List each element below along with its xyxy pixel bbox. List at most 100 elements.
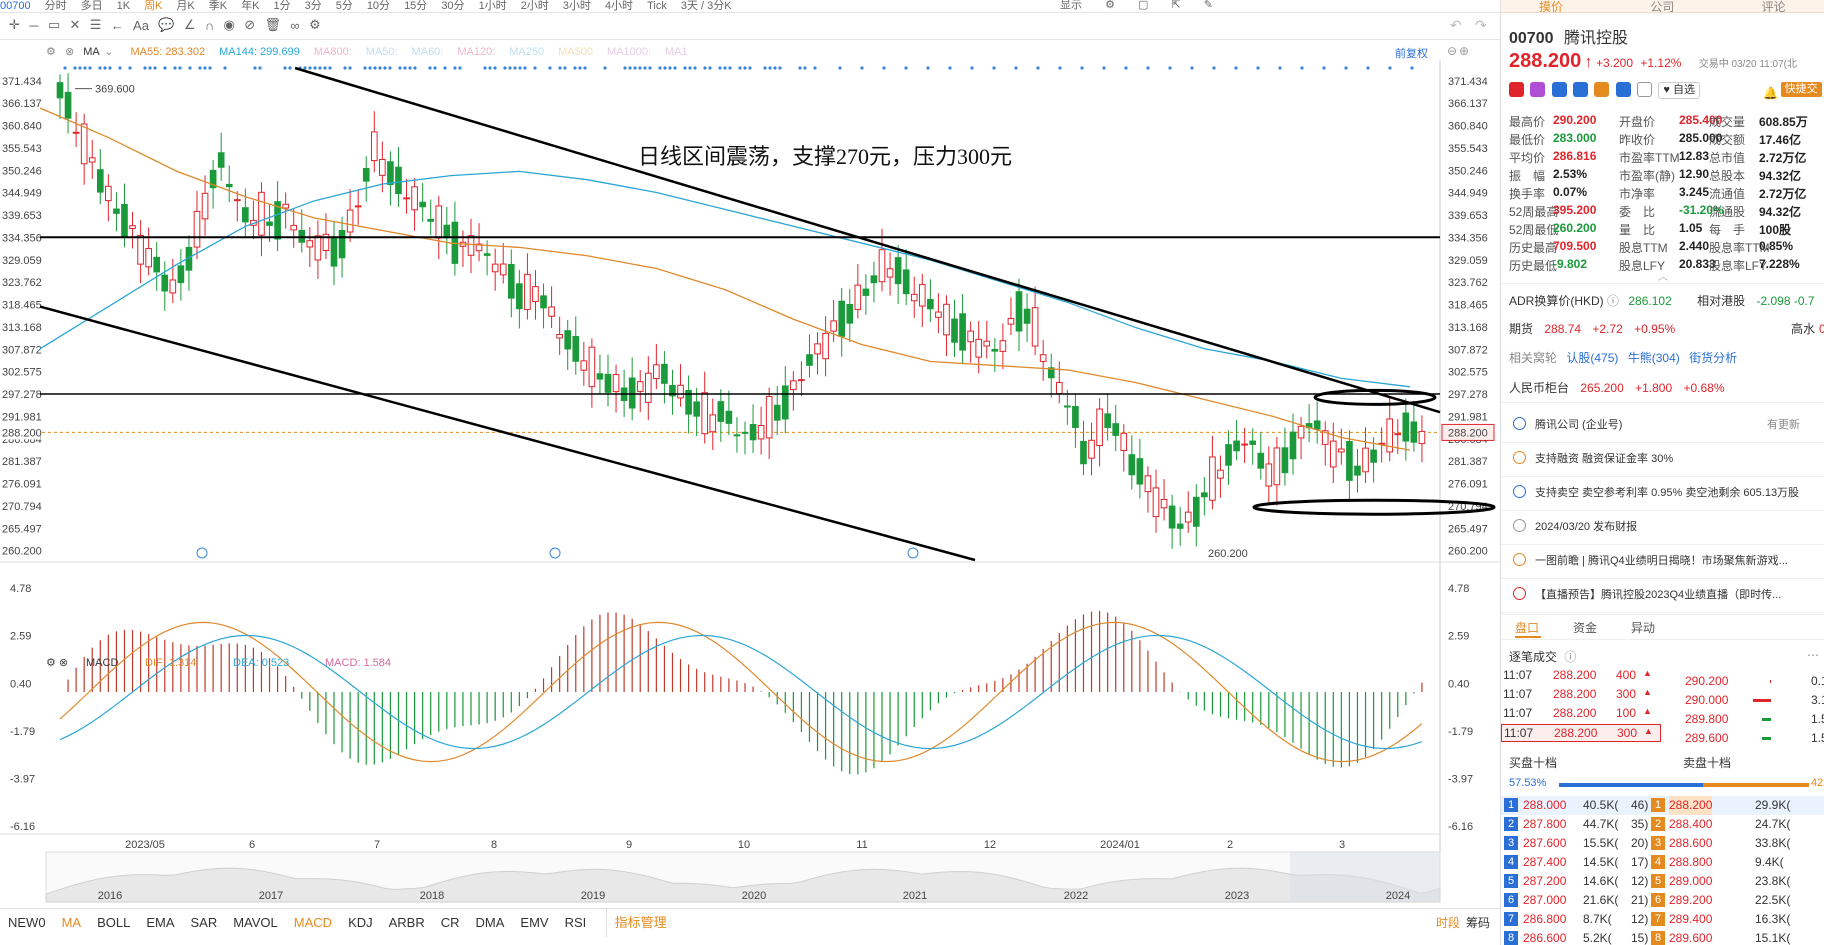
- warrant-call-link[interactable]: 认股(475): [1566, 351, 1618, 365]
- magnet-icon[interactable]: ∩: [205, 18, 214, 33]
- tab-company[interactable]: 公司: [1622, 2, 1702, 14]
- period-tab[interactable]: 周K: [144, 1, 162, 11]
- period-tab[interactable]: 分时: [45, 1, 67, 11]
- share-icon[interactable]: ⇱: [1171, 0, 1180, 11]
- news-item[interactable]: 支持融资 融资保证金率 30%: [1501, 442, 1824, 477]
- display-menu[interactable]: 显示: [1060, 0, 1082, 11]
- period-tab[interactable]: 3天 / 3分K: [681, 1, 732, 11]
- orderbook-row[interactable]: 7 286.800 8.7K(12) 7 289.400 16.3K(: [1501, 910, 1824, 929]
- settings-icon[interactable]: ⚙: [1105, 0, 1115, 11]
- news-item[interactable]: 支持卖空 卖空参考利率 0.95% 卖空池剩余 605.13万股: [1501, 476, 1824, 511]
- period-tab[interactable]: 10分: [367, 1, 390, 11]
- warrant-analysis-link[interactable]: 街货分析: [1689, 351, 1737, 365]
- text-tool-icon[interactable]: Aa: [133, 18, 149, 33]
- indicator-emv[interactable]: EMV: [520, 909, 548, 937]
- shortcut-icon[interactable]: [1530, 82, 1545, 97]
- period-tab[interactable]: 15分: [404, 1, 427, 11]
- crosshair-icon[interactable]: ✛: [9, 17, 20, 33]
- period-tab[interactable]: 年K: [241, 1, 259, 11]
- orderbook-row[interactable]: 5 287.200 14.6K(12) 5 289.000 23.8K(: [1501, 872, 1824, 891]
- chips-tab[interactable]: 筹码: [1466, 909, 1490, 937]
- period-tab[interactable]: 3小时: [563, 1, 591, 11]
- rect-tool-icon[interactable]: ▭: [48, 17, 60, 33]
- period-tab[interactable]: 2小时: [521, 1, 549, 11]
- orderbook-row[interactable]: 6 287.000 21.6K(21) 6 289.200 22.5K(: [1501, 891, 1824, 910]
- news-item[interactable]: 腾讯公司 (企业号) 有更新: [1501, 408, 1824, 443]
- period-tab[interactable]: Tick: [647, 1, 667, 11]
- channel-tool-icon[interactable]: ☰: [90, 17, 102, 33]
- indicator-arbr[interactable]: ARBR: [389, 909, 425, 937]
- period-tab[interactable]: 5分: [336, 1, 353, 11]
- redo-icon[interactable]: ↷: [1475, 17, 1487, 34]
- period-tab[interactable]: 季K: [209, 1, 227, 11]
- ticks-info-icon[interactable]: ⓘ: [1564, 650, 1576, 664]
- warrant-cbbc-link[interactable]: 牛熊(304): [1628, 351, 1680, 365]
- tab-quote[interactable]: 摸价: [1511, 2, 1591, 14]
- hide-icon[interactable]: ⊘: [244, 17, 255, 33]
- note-icon[interactable]: [1637, 82, 1652, 97]
- link-icon-2[interactable]: [1594, 82, 1609, 97]
- tab-funds[interactable]: 资金: [1573, 619, 1597, 636]
- indicator-boll[interactable]: BOLL: [97, 909, 130, 937]
- period-tab[interactable]: 1K: [117, 1, 130, 11]
- orderbook-row[interactable]: 2 287.800 44.7K(35) 2 288.400 24.7K(: [1501, 815, 1824, 834]
- indicator-ma[interactable]: MA: [62, 909, 82, 937]
- info-icon[interactable]: ⓘ: [1607, 294, 1619, 308]
- arrow-tool-icon[interactable]: ←: [111, 18, 124, 33]
- period-tab[interactable]: 月K: [176, 1, 194, 11]
- period-tab[interactable]: 00700: [0, 1, 31, 11]
- indicator-macd[interactable]: MACD: [294, 909, 332, 937]
- indicator-mavol[interactable]: MAVOL: [233, 909, 278, 937]
- indicator-dma[interactable]: DMA: [476, 909, 505, 937]
- building-icon: [1513, 417, 1526, 430]
- indicator-cr[interactable]: CR: [441, 909, 460, 937]
- orderbook-row[interactable]: 3 287.600 15.5K(20) 3 288.600 33.8K(: [1501, 834, 1824, 853]
- period-tab[interactable]: 30分: [441, 1, 464, 11]
- tab-movement[interactable]: 异动: [1631, 619, 1655, 636]
- period-tab[interactable]: 1分: [273, 1, 290, 11]
- undo-icon[interactable]: ↶: [1450, 17, 1462, 34]
- indicator-management-link[interactable]: 指标管理: [606, 909, 667, 937]
- link-icon[interactable]: ∞: [290, 18, 299, 33]
- tool-settings-icon[interactable]: ⚙: [309, 17, 321, 33]
- more-icon[interactable]: ⋯: [1807, 648, 1819, 662]
- quick-trade-button[interactable]: 快捷交: [1781, 82, 1822, 97]
- compare-icon[interactable]: [1552, 82, 1567, 97]
- alert-bell-icon[interactable]: 🔔: [1763, 86, 1777, 101]
- news-item[interactable]: 【直播预告】腾讯控股2023Q4业绩直播（即时传...: [1501, 578, 1824, 613]
- eye-icon[interactable]: ◉: [224, 17, 235, 33]
- line-tool-icon[interactable]: ─: [29, 18, 38, 33]
- f10-icon[interactable]: [1573, 82, 1588, 97]
- period-tab[interactable]: 1小时: [479, 1, 507, 11]
- comment-tool-icon[interactable]: 💬: [158, 17, 174, 33]
- chart-canvas[interactable]: 371.434 371.434 366.137 366.137 360.840 360.8…: [0, 40, 1500, 908]
- hk-flag-icon[interactable]: [1509, 82, 1524, 97]
- fib-tool-icon[interactable]: ✕: [69, 17, 80, 33]
- add-watchlist-button[interactable]: ♥ 自选: [1658, 82, 1700, 99]
- news-text: 一图前瞻 | 腾讯Q4业绩明日揭晓！市场聚焦新游戏...: [1535, 552, 1821, 568]
- ruler-tool-icon[interactable]: ∠: [184, 17, 196, 33]
- tab-orderbook[interactable]: 盘口: [1515, 619, 1539, 636]
- session-tab[interactable]: 时段: [1436, 909, 1460, 937]
- indicator-new0[interactable]: NEW0: [8, 909, 46, 937]
- orderbook-row[interactable]: 4 287.400 14.5K(17) 4 288.800 9.4K(: [1501, 853, 1824, 872]
- layout-icon[interactable]: ▢: [1138, 0, 1148, 11]
- indicator-rsi[interactable]: RSI: [565, 909, 587, 937]
- collapse-chevron-icon[interactable]: ︿: [1501, 268, 1824, 283]
- period-tab[interactable]: 4小时: [605, 1, 633, 11]
- tag-icon[interactable]: [1616, 82, 1631, 97]
- news-item[interactable]: 2024/03/20 发布财报: [1501, 510, 1824, 545]
- period-tab[interactable]: 多日: [81, 1, 103, 11]
- candle-body: [291, 225, 297, 230]
- trash-icon[interactable]: 🗑: [264, 17, 281, 33]
- draw-icon[interactable]: ✎: [1204, 0, 1213, 11]
- indicator-sar[interactable]: SAR: [190, 909, 217, 937]
- news-item[interactable]: 一图前瞻 | 腾讯Q4业绩明日揭晓！市场聚焦新游戏...: [1501, 544, 1824, 579]
- orderbook-row[interactable]: 1 288.000 40.5K(46) 1 288.200 29.9K(: [1501, 796, 1824, 815]
- indicator-ema[interactable]: EMA: [146, 909, 174, 937]
- period-tab[interactable]: 3分: [305, 1, 322, 11]
- indicator-kdj[interactable]: KDJ: [348, 909, 373, 937]
- orderbook-row[interactable]: 8 286.600 5.2K(15) 8 289.600 15.1K(: [1501, 929, 1824, 945]
- tab-comments[interactable]: 评论: [1734, 2, 1814, 14]
- candle-body: [903, 270, 909, 294]
